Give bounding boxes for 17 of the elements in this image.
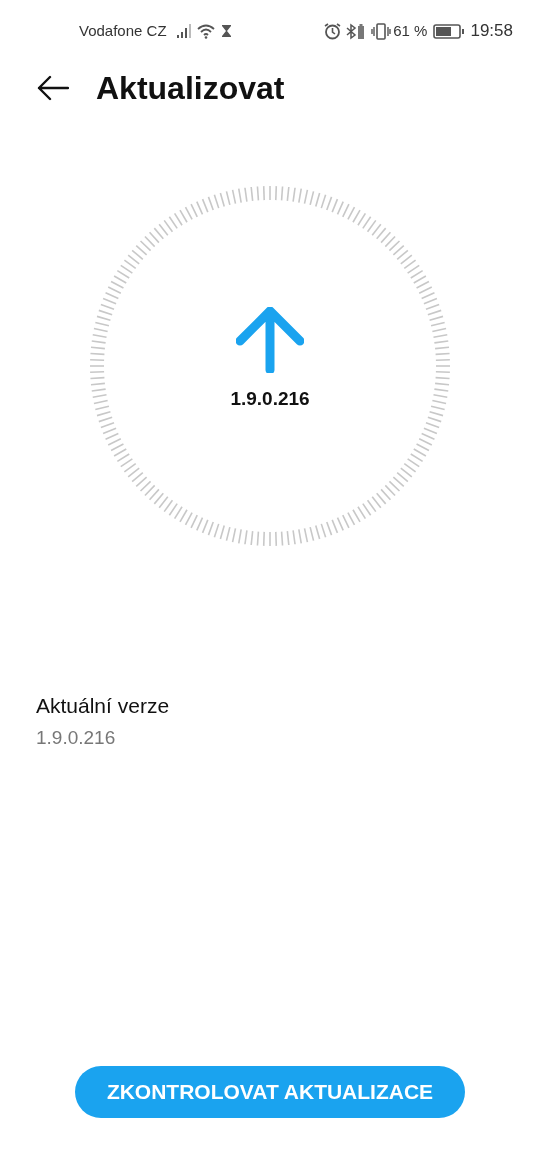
up-arrow-icon — [236, 306, 304, 373]
check-updates-button[interactable]: ZKONTROLOVAT AKTUALIZACE — [75, 1066, 465, 1118]
alarm-icon — [324, 22, 342, 40]
carrier-name: Vodafone CZ — [79, 20, 167, 41]
battery-percent: 61 % — [393, 20, 428, 41]
battery-icon — [433, 23, 466, 39]
current-version-value: 1.9.0.216 — [36, 725, 116, 750]
page-title: Aktualizovat — [96, 69, 285, 108]
back-arrow-icon — [37, 75, 69, 101]
version-number: 1.9.0.216 — [230, 386, 310, 411]
wifi-icon — [196, 23, 215, 39]
current-version-label: Aktuální verze — [36, 693, 170, 719]
signal-icon — [176, 24, 193, 38]
vibrate-icon — [371, 22, 392, 40]
clock-time: 19:58 — [470, 20, 513, 43]
bluetooth-battery-icon — [346, 22, 367, 40]
hourglass-icon — [221, 25, 231, 37]
